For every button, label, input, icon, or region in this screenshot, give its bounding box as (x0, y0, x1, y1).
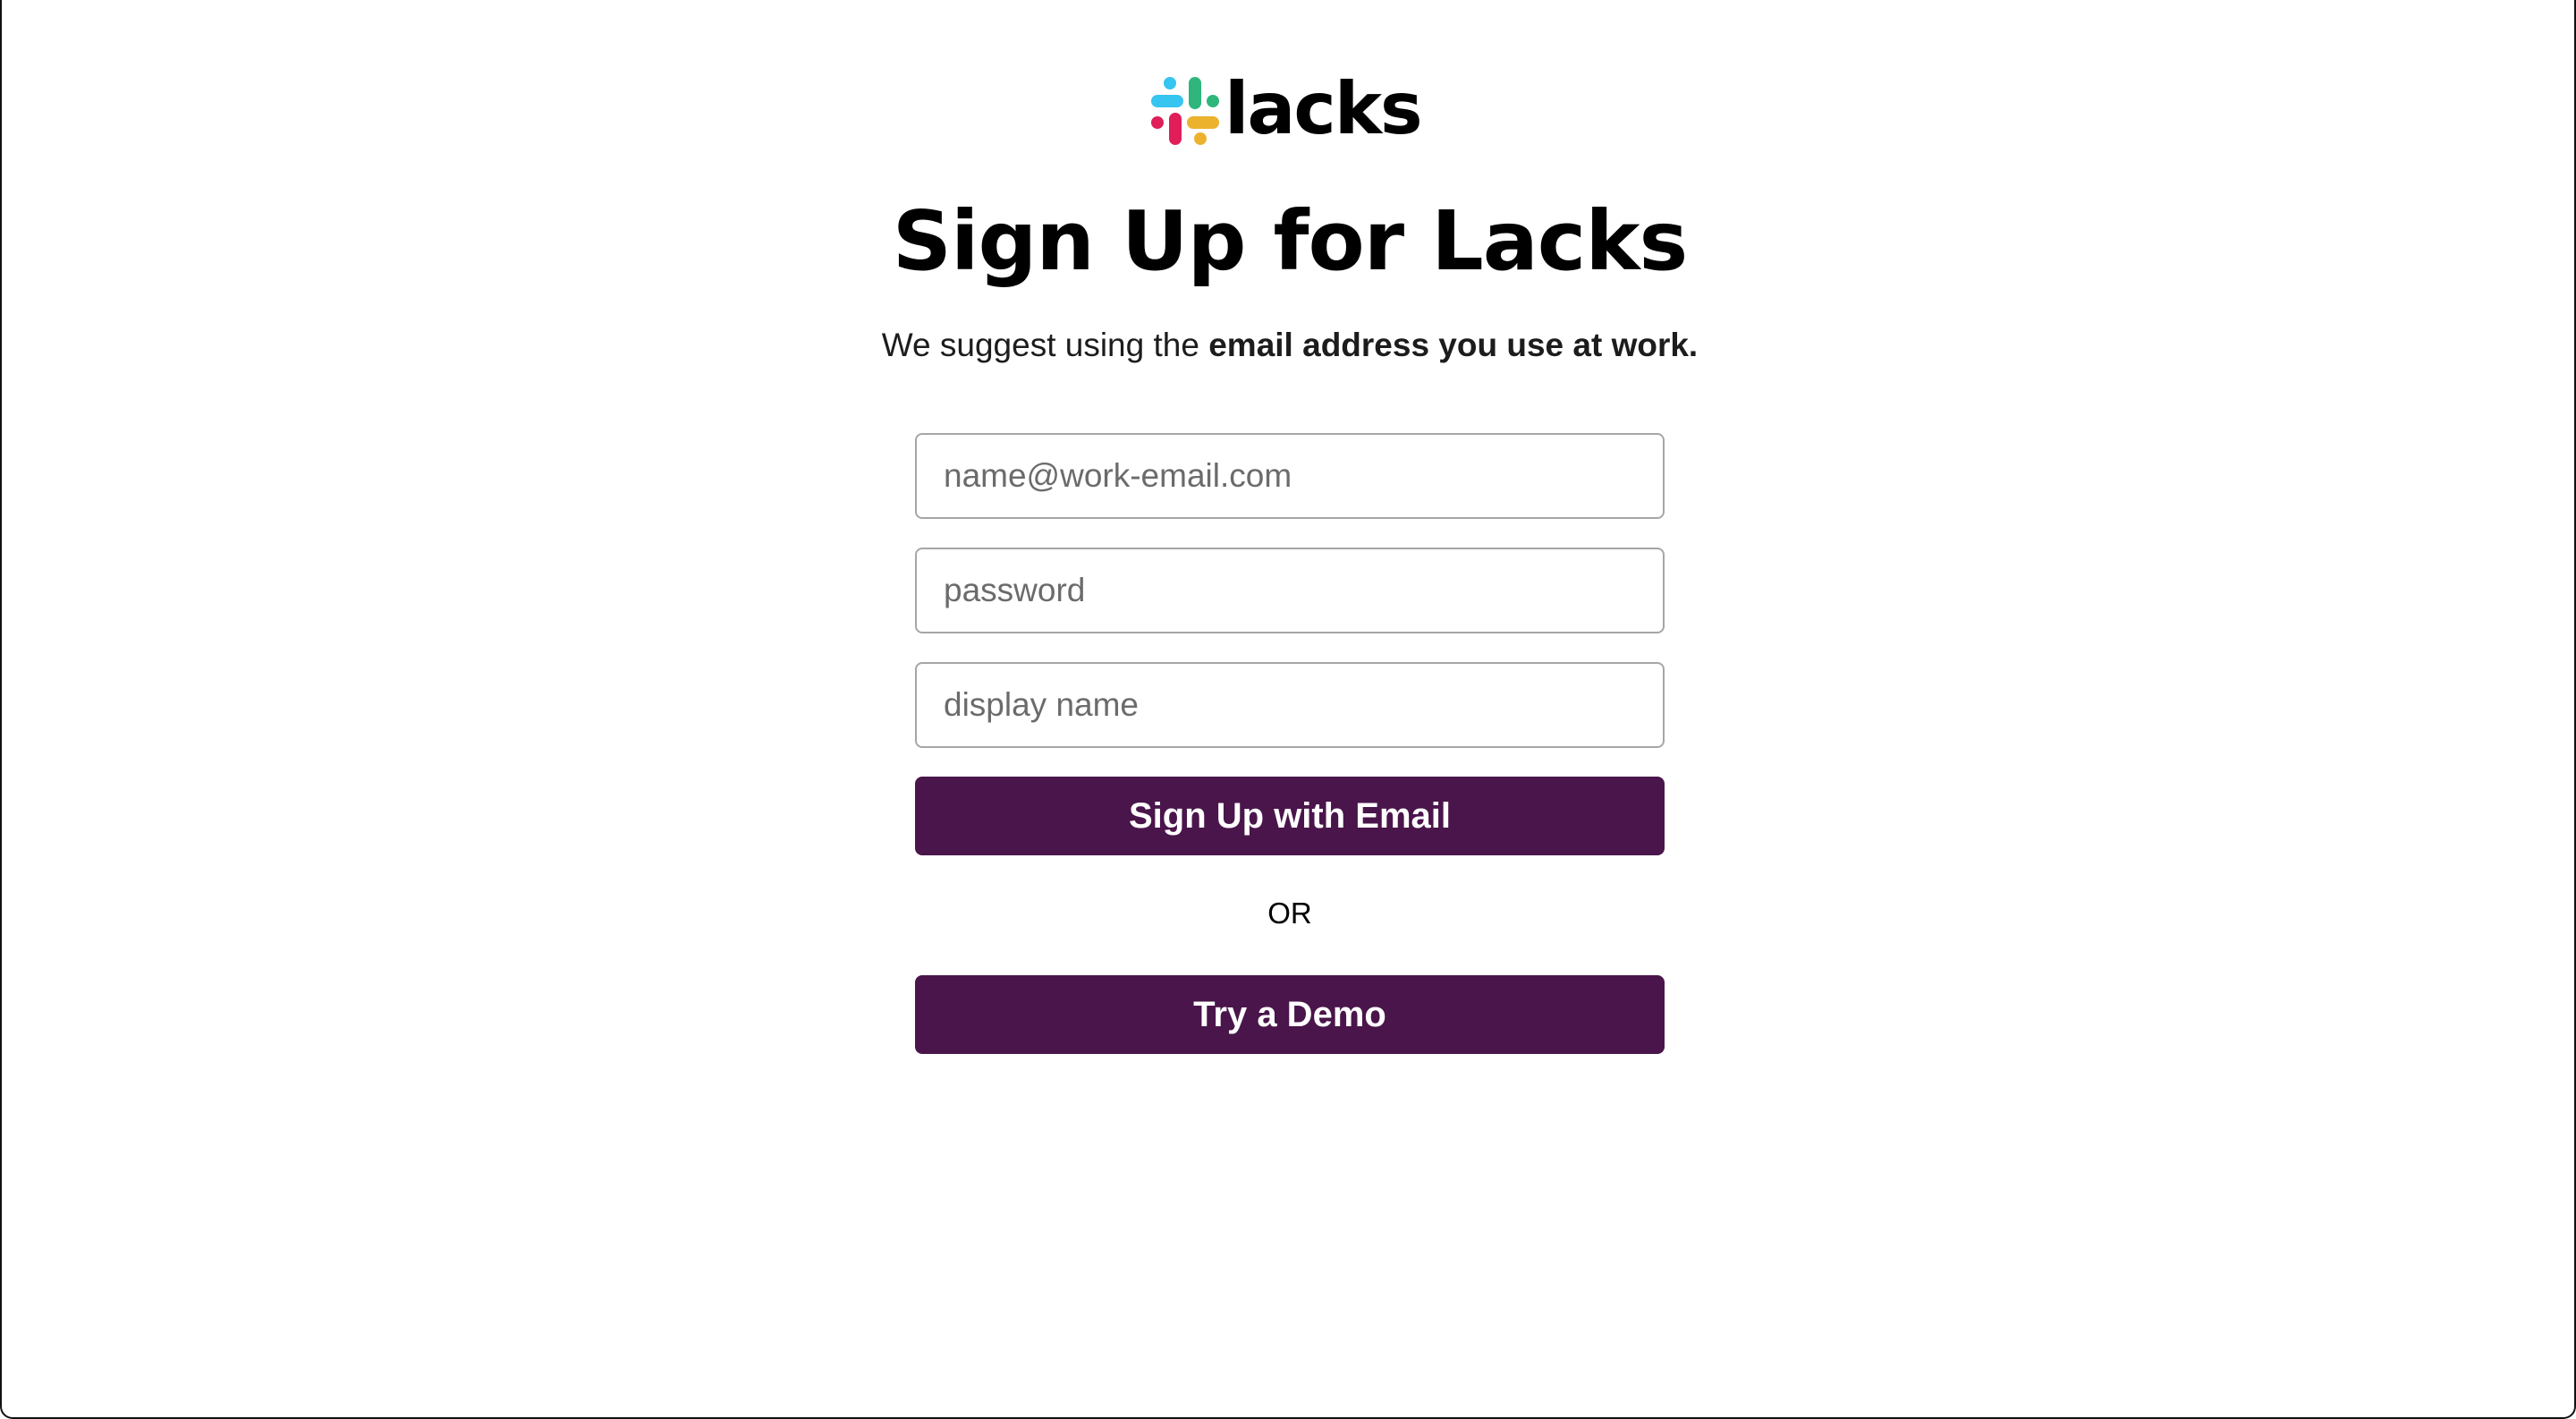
display-name-field[interactable] (915, 662, 1665, 748)
subtitle-emphasis: email address you use at work. (1208, 327, 1699, 363)
app-logo[interactable]: lacks (1151, 67, 1423, 150)
page-title: Sign Up for Lacks (892, 193, 1689, 289)
try-demo-button[interactable]: Try a Demo (915, 975, 1665, 1054)
slack-hash-icon (1151, 77, 1219, 145)
password-field[interactable] (915, 548, 1665, 633)
signup-with-email-button[interactable]: Sign Up with Email (915, 777, 1665, 855)
signup-page: lacks Sign Up for Lacks We suggest using… (0, 0, 2576, 1419)
subtitle: We suggest using the email address you u… (2, 322, 2576, 369)
logo-wordmark: lacks (1224, 67, 1423, 150)
or-separator: OR (1267, 896, 1312, 930)
email-field[interactable] (915, 433, 1665, 519)
subtitle-text: We suggest using the (881, 327, 1209, 363)
